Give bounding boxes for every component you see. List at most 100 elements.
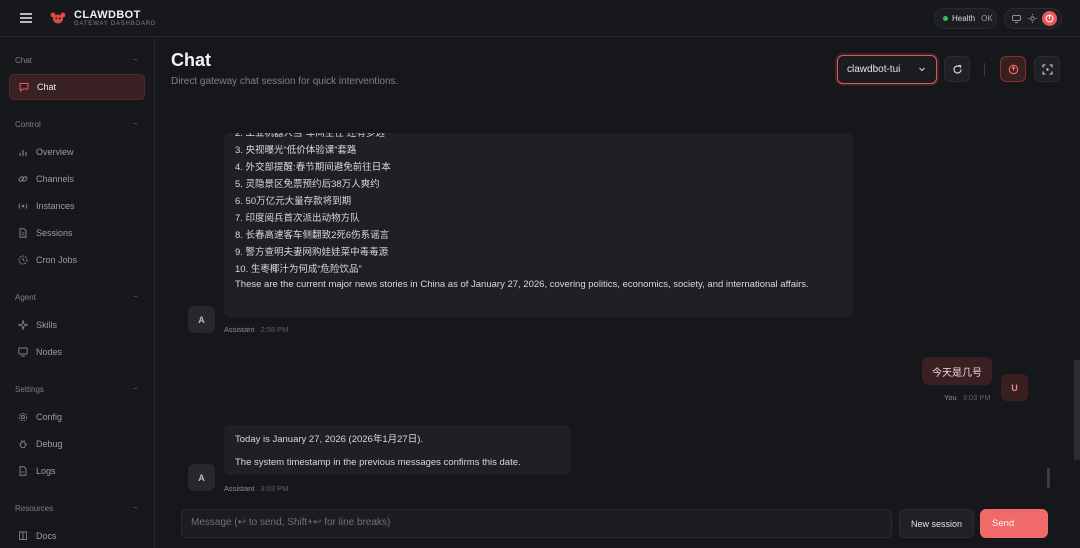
section-label-control: Control xyxy=(15,120,41,129)
sidebar-item-skills[interactable]: Skills xyxy=(9,312,145,338)
health-value: OK xyxy=(981,14,993,23)
message-text: The system timestamp in the previous mes… xyxy=(235,457,521,468)
list-item: 4. 外交部提醒:春节期间避免前往日本 xyxy=(235,162,391,173)
window-scrollbar[interactable] xyxy=(1074,360,1080,460)
section-label-settings: Settings xyxy=(15,385,44,394)
section-label-agent: Agent xyxy=(15,293,36,302)
avatar: U xyxy=(1001,374,1028,401)
sender-name: You xyxy=(944,393,957,402)
user-message: 今天是几号 xyxy=(922,357,992,385)
assistant-message: Today is January 27, 2026 (2026年1月27日). … xyxy=(224,425,570,475)
send-button[interactable]: Send xyxy=(980,509,1048,538)
list-item: 3. 央视曝光“低价体验课”套路 xyxy=(235,145,357,156)
monitor-icon xyxy=(18,347,28,357)
sidebar-item-label: Config xyxy=(36,412,63,422)
clock-icon xyxy=(18,255,28,265)
sidebar-item-debug[interactable]: Debug xyxy=(9,431,145,457)
message-text: Today is January 27, 2026 (2026年1月27日). xyxy=(235,434,423,445)
sender-name: Assistant xyxy=(224,484,255,493)
sidebar-item-logs[interactable]: Logs xyxy=(9,458,145,484)
news-list: 2. 工业机器人当“车间主任”还有多远 3. 央视曝光“低价体验课”套路 4. … xyxy=(224,133,853,278)
sidebar-item-overview[interactable]: Overview xyxy=(9,139,145,165)
brain-icon xyxy=(1008,64,1018,74)
sun-icon xyxy=(1028,14,1038,23)
light-theme-button[interactable] xyxy=(1025,11,1040,26)
sidebar-item-config[interactable]: Config xyxy=(9,404,145,430)
menu-icon[interactable] xyxy=(20,13,32,23)
bar-chart-icon xyxy=(18,147,28,157)
collapse-icon[interactable]: − xyxy=(133,503,138,512)
gear-icon xyxy=(18,412,28,422)
sidebar-item-label: Nodes xyxy=(36,347,63,357)
focus-frame-icon xyxy=(1041,63,1053,75)
health-label: Health xyxy=(952,14,976,23)
message-text: These are the current major news stories… xyxy=(235,279,809,290)
list-item: 7. 印度阅兵首次派出动物方队 xyxy=(235,213,360,224)
collapse-icon[interactable]: − xyxy=(133,384,138,393)
sidebar-item-label: Docs xyxy=(36,531,57,541)
chevron-down-icon xyxy=(919,67,925,72)
sidebar-item-label: Debug xyxy=(36,439,63,449)
message-input[interactable]: Message (↩ to send, Shift+↩ for line bre… xyxy=(181,509,892,538)
system-theme-button[interactable] xyxy=(1009,11,1024,26)
lobster-logo-icon xyxy=(50,12,66,24)
sidebar-item-label: Channels xyxy=(36,174,75,184)
message-meta: Assistant 2:58 PM xyxy=(224,325,288,334)
toolbar-divider xyxy=(984,63,985,76)
brand-subtitle: GATEWAY DASHBOARD xyxy=(74,21,157,27)
radio-icon xyxy=(18,201,28,211)
sidebar-item-label: Chat xyxy=(37,82,57,92)
avatar: A xyxy=(188,464,215,491)
collapse-icon[interactable]: − xyxy=(133,119,138,128)
section-label-resources: Resources xyxy=(15,504,54,513)
sidebar-item-instances[interactable]: Instances xyxy=(9,193,145,219)
link-icon xyxy=(18,174,28,184)
timestamp: 3:03 PM xyxy=(260,484,289,493)
session-select[interactable]: clawdbot-tui xyxy=(837,55,937,84)
book-icon xyxy=(18,531,28,541)
scrollbar[interactable] xyxy=(1047,468,1050,488)
new-session-button[interactable]: New session xyxy=(899,509,974,538)
sidebar-item-nodes[interactable]: Nodes xyxy=(9,339,145,365)
theme-switcher xyxy=(1004,8,1062,29)
refresh-button[interactable] xyxy=(944,56,970,82)
sidebar-item-cron-jobs[interactable]: Cron Jobs xyxy=(9,247,145,273)
sidebar: Chat − Chat Control − Overview Channels … xyxy=(0,37,155,548)
fullscreen-button[interactable] xyxy=(1034,56,1060,82)
health-status: Health OK xyxy=(934,8,997,29)
list-item: 10. 生枣椰汁为何成“危险饮品” xyxy=(235,264,362,275)
collapse-icon[interactable]: − xyxy=(133,292,138,301)
session-select-value: clawdbot-tui xyxy=(847,64,901,75)
sidebar-item-sessions[interactable]: Sessions xyxy=(9,220,145,246)
sidebar-item-channels[interactable]: Channels xyxy=(9,166,145,192)
chat-bubble-icon xyxy=(19,82,29,92)
dark-theme-button[interactable] xyxy=(1042,11,1058,26)
list-item: 2. 工业机器人当“车间主任”还有多远 xyxy=(235,133,385,139)
bug-icon xyxy=(18,439,28,449)
refresh-icon xyxy=(952,64,962,74)
assistant-message: 2. 工业机器人当“车间主任”还有多远 3. 央视曝光“低价体验课”套路 4. … xyxy=(224,133,853,317)
sidebar-item-label: Skills xyxy=(36,320,58,330)
brand-title: CLAWDBOT xyxy=(74,9,141,21)
timestamp: 3:03 PM xyxy=(962,393,991,402)
message-meta: You 3:03 PM xyxy=(944,393,991,402)
sidebar-item-docs[interactable]: Docs xyxy=(9,523,145,548)
page-title: Chat xyxy=(171,50,211,70)
sparkle-icon xyxy=(18,320,28,330)
sidebar-item-label: Cron Jobs xyxy=(36,255,78,265)
list-item: 6. 50万亿元大量存款将到期 xyxy=(235,196,352,207)
moon-icon xyxy=(1045,14,1054,23)
focus-toggle-button[interactable] xyxy=(1000,56,1026,82)
section-label-chat: Chat xyxy=(15,56,32,65)
log-icon xyxy=(18,466,28,476)
status-dot-icon xyxy=(943,16,948,21)
timestamp: 2:58 PM xyxy=(260,325,289,334)
avatar: A xyxy=(188,306,215,333)
list-item: 9. 警方查明夫妻网购娃娃菜中毒毒源 xyxy=(235,247,389,258)
document-icon xyxy=(18,228,28,238)
sidebar-item-label: Sessions xyxy=(36,228,73,238)
sidebar-item-label: Overview xyxy=(36,147,74,157)
collapse-icon[interactable]: − xyxy=(133,55,138,64)
sidebar-item-chat[interactable]: Chat xyxy=(9,74,145,100)
top-bar: CLAWDBOT GATEWAY DASHBOARD Health OK xyxy=(0,0,1080,37)
